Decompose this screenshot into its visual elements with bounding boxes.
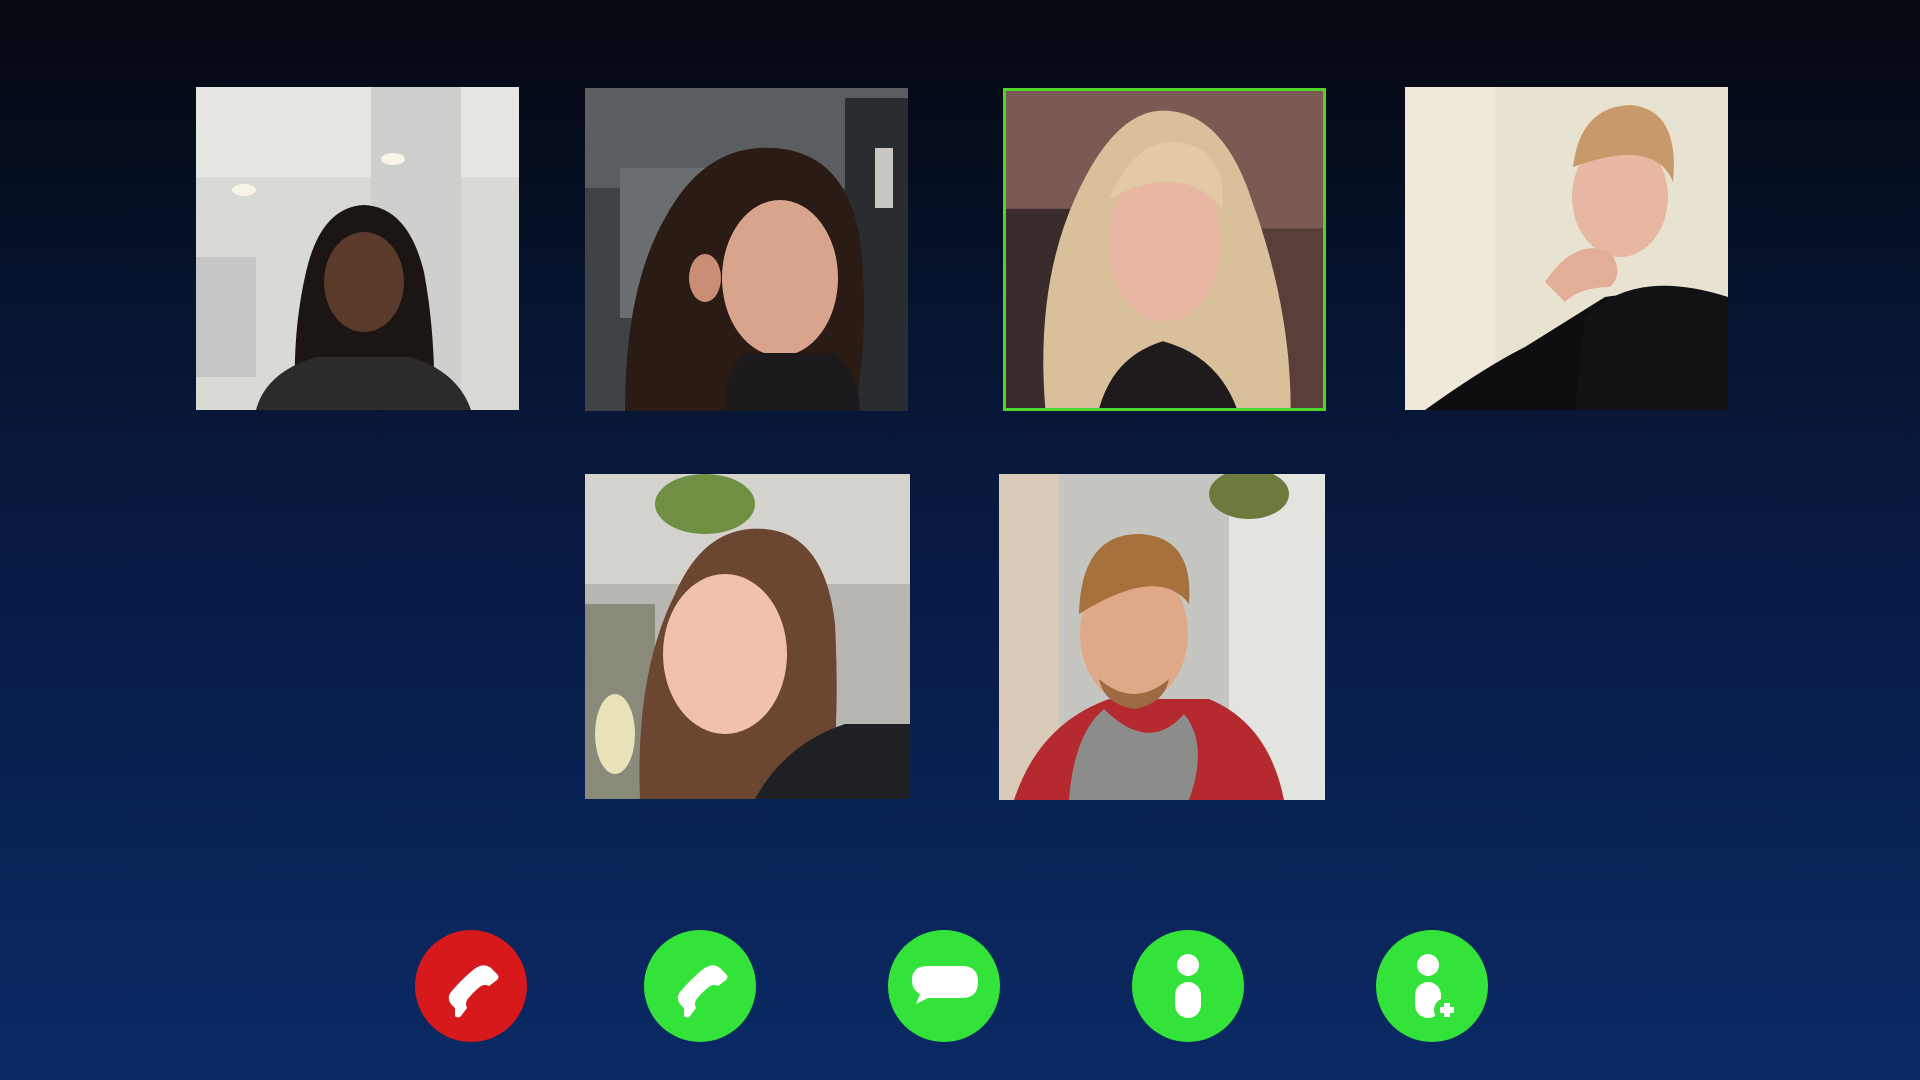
phone-hangup-icon — [448, 965, 499, 1018]
chat-button[interactable] — [888, 930, 1000, 1042]
participant-tile-2[interactable] — [585, 88, 908, 411]
participant-3-video — [1006, 91, 1323, 408]
participant-tile-3-active-speaker[interactable] — [1003, 88, 1326, 411]
add-person-icon — [1415, 954, 1458, 1022]
add-participant-button[interactable] — [1376, 930, 1488, 1042]
participant-4-video — [1405, 87, 1728, 410]
participant-tile-5[interactable] — [585, 474, 910, 799]
participant-info-button[interactable] — [1132, 930, 1244, 1042]
participant-6-video — [999, 474, 1325, 800]
accept-call-button[interactable] — [644, 930, 756, 1042]
phone-icon — [677, 965, 728, 1018]
participant-5-video — [585, 474, 910, 799]
end-call-button[interactable] — [415, 930, 527, 1042]
person-icon — [1175, 954, 1201, 1018]
participant-1-video — [196, 87, 519, 410]
participant-tile-4[interactable] — [1405, 87, 1728, 410]
participant-tile-1[interactable] — [196, 87, 519, 410]
participant-tile-6[interactable] — [999, 474, 1325, 800]
chat-bubble-icon — [912, 966, 978, 1004]
participant-2-video — [585, 88, 908, 411]
call-controls-bar — [0, 930, 1920, 1042]
